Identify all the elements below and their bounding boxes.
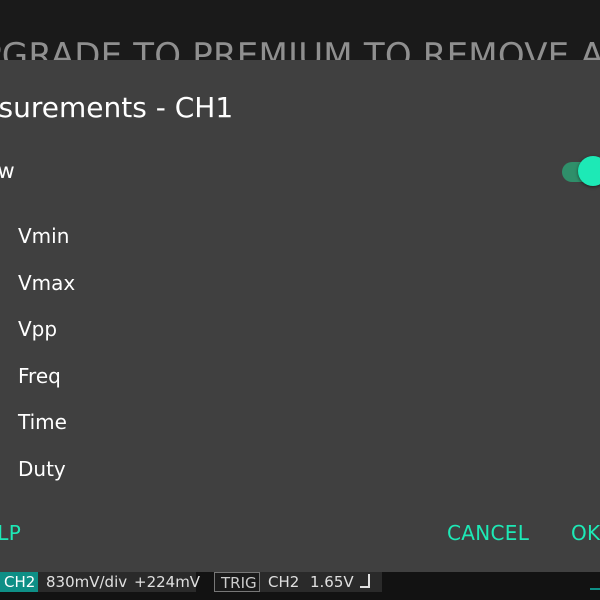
ch2-offset: +224mV (134, 573, 201, 591)
app-screen: UPGRADE TO PREMIUM TO REMOVE ADS Measure… (0, 0, 600, 600)
trigger-status[interactable]: TRIG CH2 1.65V (214, 572, 382, 592)
measurement-item-duty[interactable]: Duty (18, 453, 75, 500)
ad-banner[interactable]: UPGRADE TO PREMIUM TO REMOVE ADS (0, 0, 600, 76)
trig-tag: TRIG (214, 572, 260, 592)
trig-channel: CH2 (268, 573, 300, 591)
rising-edge-icon (360, 574, 370, 588)
measurements-dialog: Measurements - CH1 Show Vmin Vmax Vpp Fr… (0, 60, 600, 572)
cancel-button[interactable]: CANCEL (447, 518, 529, 548)
trig-level: 1.65V (310, 573, 354, 591)
measurement-list: Vmin Vmax Vpp Freq Time Duty (18, 220, 75, 500)
toggle-thumb[interactable] (578, 156, 600, 186)
ch2-tag-label: CH2 (4, 573, 36, 591)
help-button[interactable]: HELP (0, 518, 21, 548)
measurement-item-freq[interactable]: Freq (18, 360, 75, 407)
show-toggle[interactable] (562, 156, 600, 186)
show-label: Show (0, 159, 15, 183)
dialog-title: Measurements - CH1 (0, 91, 234, 124)
measurement-item-vmax[interactable]: Vmax (18, 267, 75, 314)
ch2-tag: CH2 (0, 572, 38, 592)
trig-tag-label: TRIG (221, 574, 257, 592)
measurement-item-vpp[interactable]: Vpp (18, 313, 75, 360)
status-bar: CH2 830mV/div +224mV TRIG CH2 1.65V (0, 572, 600, 600)
ok-button[interactable]: OK (571, 518, 600, 548)
measurement-item-vmin[interactable]: Vmin (18, 220, 75, 267)
corner-indicator (590, 588, 600, 590)
ch2-status[interactable]: CH2 830mV/div +224mV (0, 572, 200, 592)
ch2-scale: 830mV/div (46, 573, 128, 591)
measurement-item-time[interactable]: Time (18, 406, 75, 453)
